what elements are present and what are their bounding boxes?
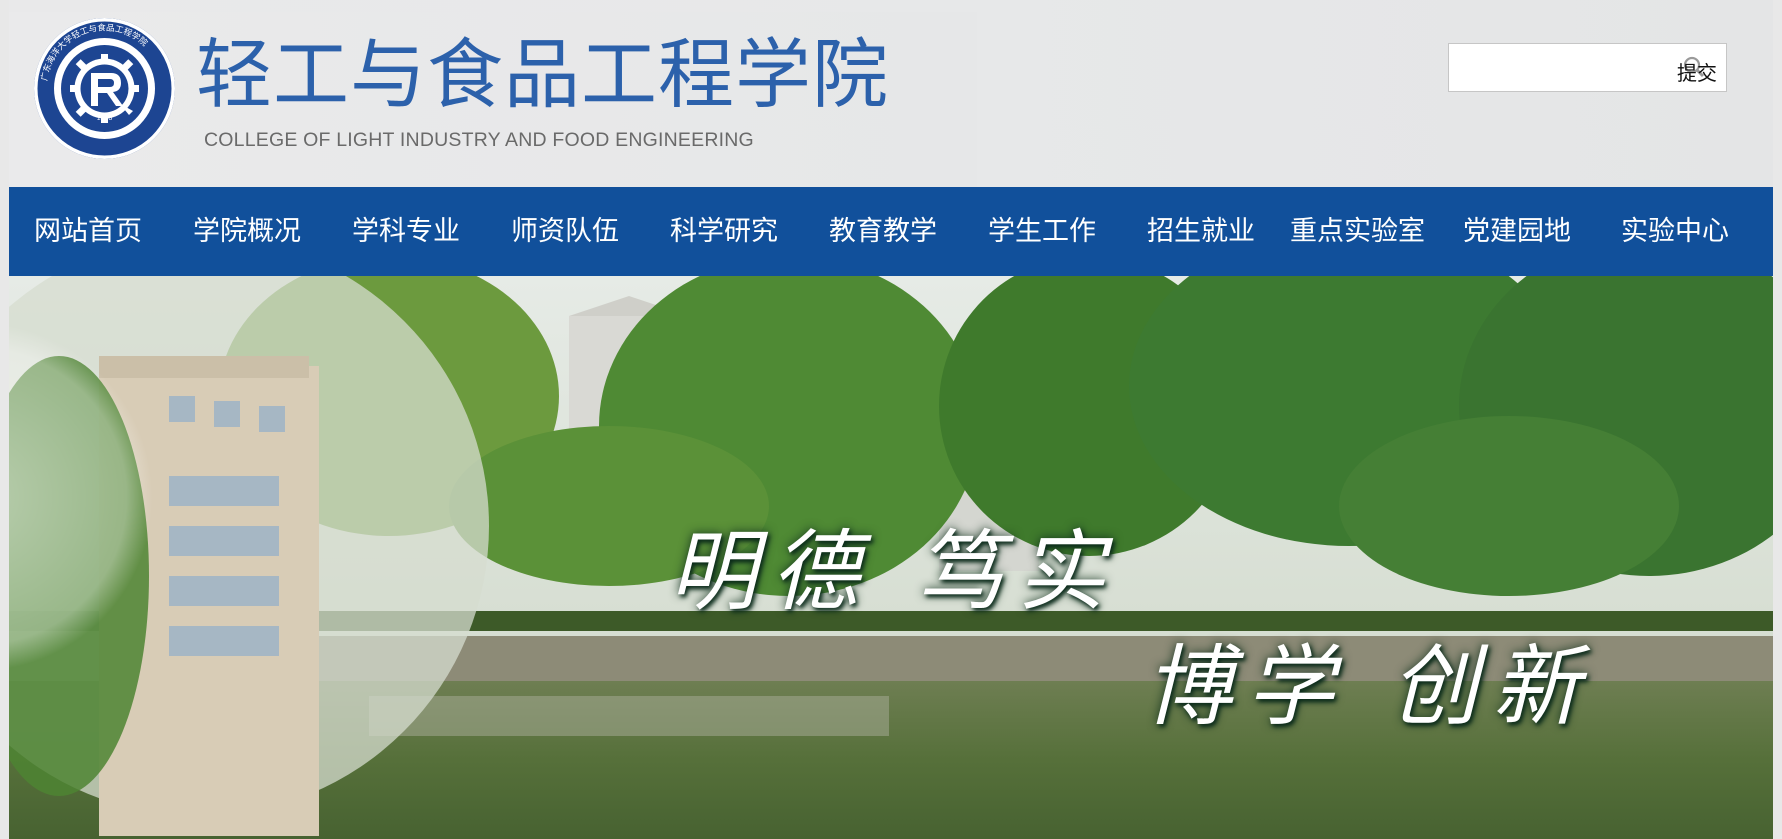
banner-motto-line1: 明德 笃实 [669,520,1119,623]
nav-item-lab-center[interactable]: 实验中心 [1621,187,1729,276]
site-title[interactable]: 轻工与食品工程学院 [196,30,889,120]
nav-item-research[interactable]: 科学研究 [670,187,778,276]
search-input[interactable] [1453,50,1667,87]
page: 广东海洋大学轻工与食品工程学院 1978 轻工与食品工程学院 COLLEGE O… [9,0,1773,839]
nav-item-disciplines[interactable]: 学科专业 [352,187,460,276]
nav-item-admissions[interactable]: 招生就业 [1147,187,1255,276]
nav-item-party[interactable]: 党建园地 [1463,187,1571,276]
main-nav: 网站首页 学院概况 学科专业 师资队伍 科学研究 教育教学 学生工作 招生就业 … [9,187,1773,276]
nav-item-students[interactable]: 学生工作 [988,187,1096,276]
hero-banner[interactable]: 明德 笃实 博学 创新 [9,276,1773,839]
logo-year: 1978 [96,115,113,122]
site-subtitle: COLLEGE OF LIGHT INDUSTRY AND FOOD ENGIN… [204,129,754,151]
site-header: 广东海洋大学轻工与食品工程学院 1978 轻工与食品工程学院 COLLEGE O… [9,0,1773,187]
nav-list: 网站首页 学院概况 学科专业 师资队伍 科学研究 教育教学 学生工作 招生就业 … [9,187,1773,276]
nav-item-home[interactable]: 网站首页 [34,187,142,276]
nav-item-key-labs[interactable]: 重点实验室 [1290,187,1425,276]
search-submit-label: 提交 [1677,61,1717,85]
nav-item-about[interactable]: 学院概况 [193,187,301,276]
nav-item-teaching[interactable]: 教育教学 [829,187,937,276]
search-box: 提交 [1448,43,1727,92]
nav-item-faculty[interactable]: 师资队伍 [511,187,619,276]
college-logo[interactable]: 广东海洋大学轻工与食品工程学院 1978 [34,18,175,159]
banner-motto-line2: 博学 创新 [1144,635,1594,738]
search-submit-button[interactable]: 提交 [1674,53,1720,85]
